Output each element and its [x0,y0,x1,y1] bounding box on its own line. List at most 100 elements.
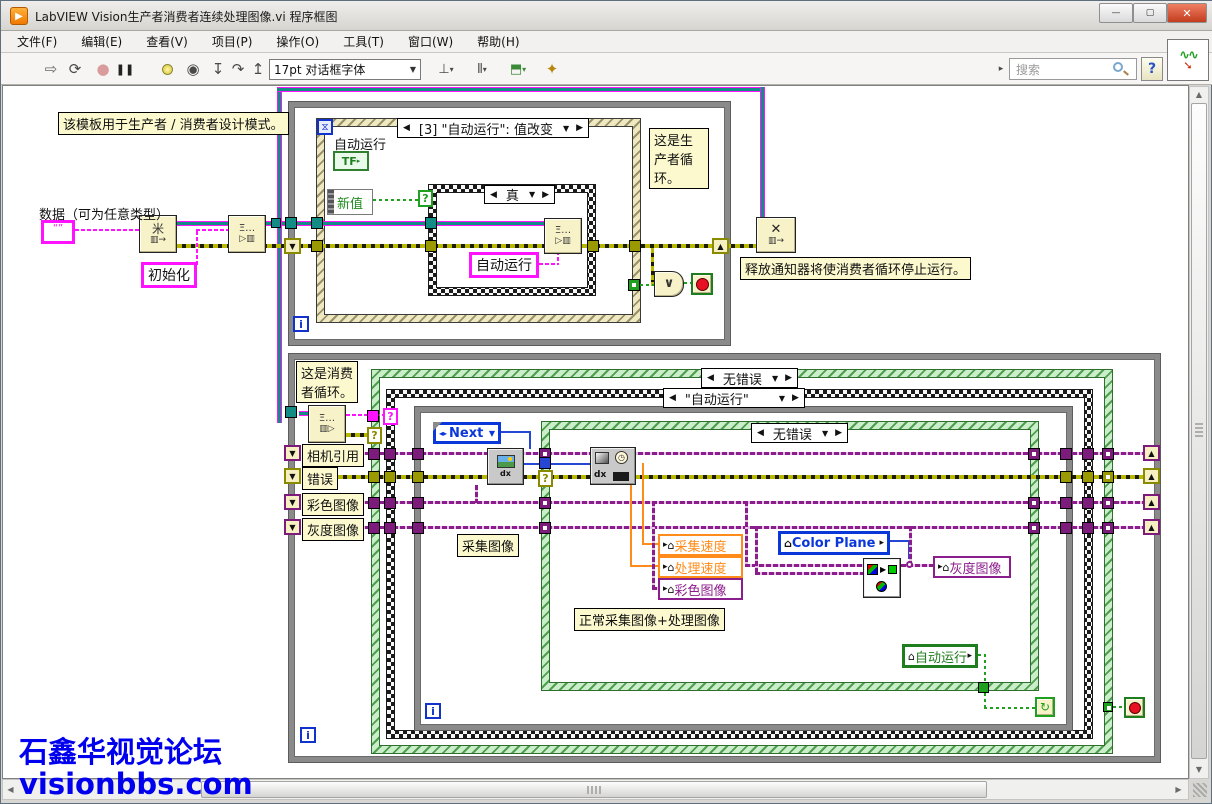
extract-color-plane-node[interactable]: ▶ [863,558,901,598]
proc-speed-local[interactable]: ▸⌂ 处理速度 [658,556,743,578]
color-plane-local[interactable]: ⌂ Color Plane ▸ [778,531,890,555]
shift-register-gray[interactable]: ▼ [284,519,301,535]
shift-register-error-r[interactable]: ▲ [1143,468,1160,484]
minimize-button[interactable]: — [1099,3,1133,23]
notifier-wire [277,87,765,92]
color-square-icon [867,564,878,575]
grayscale-image-icon [595,452,609,464]
shift-register-camera-r[interactable]: ▲ [1143,445,1160,461]
imaqdx-get-image2-node[interactable]: ◷ dx [590,447,636,485]
scroll-right-arrow[interactable]: ▶ [1171,781,1186,798]
menu-tools[interactable]: 工具(T) [343,33,384,50]
pause-button[interactable]: ❚❚ [115,59,135,79]
resize-grip[interactable] [1193,783,1207,797]
image-wire [745,501,748,567]
menu-file[interactable]: 文件(F) [17,33,57,50]
auto-run-green-local[interactable]: ⌂ 自动运行 ▸ [902,644,978,668]
send-notification-node[interactable]: Ξ… ▷▥ [228,215,266,253]
tunnel[interactable] [367,410,379,422]
menu-operate[interactable]: 操作(O) [276,33,319,50]
highlight-execution-button[interactable] [157,59,177,79]
help-button[interactable]: ? [1141,57,1163,81]
data-string-control[interactable]: “” [41,220,75,244]
tunnel[interactable] [425,240,437,252]
tunnel[interactable] [1103,702,1113,712]
shift-register-gray-r[interactable]: ▲ [1143,519,1160,535]
cleanup-diagram-button[interactable]: ✦ [541,59,563,79]
tunnel[interactable] [629,240,641,252]
step-over-button[interactable]: ↷ [229,59,247,79]
shift-register-right[interactable]: ▲ [712,238,729,254]
color-image-local[interactable]: ▸⌂ 彩色图像 [658,578,743,600]
case-selector-terminal[interactable]: ? [418,190,433,207]
scroll-up-arrow[interactable]: ▲ [1189,87,1209,102]
menu-project[interactable]: 项目(P) [212,33,253,50]
menu-edit[interactable]: 编辑(E) [81,33,122,50]
case-selector-terminal[interactable]: ? [538,470,553,487]
next-ring-constant[interactable]: ◂▸ Next ▼ [433,422,501,444]
iteration-terminal-inner[interactable]: i [425,703,441,719]
case-selector-true[interactable]: ◀ 真 ▼ ▶ [484,185,555,204]
shift-register-left[interactable]: ▼ [284,238,301,254]
continue-terminal-inner[interactable]: ↻ [1035,697,1055,717]
shift-register-color[interactable]: ▼ [284,494,301,510]
event-timeout-terminal[interactable]: ⧖ [317,119,333,135]
retain-wire-values-button[interactable]: ◉ [183,59,203,79]
step-into-button[interactable]: ↧ [209,59,227,79]
tf-terminal[interactable]: TF ▸ [333,151,369,171]
stop-terminal-consumer[interactable] [1124,697,1145,718]
shift-register-error[interactable]: ▼ [284,468,301,484]
init-string-constant[interactable]: 初始化 [141,262,197,288]
maximize-button[interactable]: ▢ [1133,3,1167,23]
iteration-terminal-producer[interactable]: i [293,316,309,332]
or-function[interactable]: ∨ [654,271,684,297]
case-selector-terminal[interactable]: ? [367,427,382,444]
tunnel[interactable] [587,240,599,252]
release-notifier-node[interactable]: ✕ ▥→ [756,217,796,253]
abort-button[interactable]: ● [93,59,113,79]
toolbar-expander[interactable]: ▸ [996,59,1006,79]
tunnel[interactable] [311,240,323,252]
wait-on-notification-node[interactable]: Ξ… ▥▷ [308,405,346,443]
distribute-objects-button[interactable]: ⫴▾ [469,59,495,79]
event-data-node[interactable]: 新值 [327,189,373,215]
stop-terminal-producer[interactable] [691,273,713,295]
close-button[interactable]: ✕ [1167,3,1207,23]
menu-view[interactable]: 查看(V) [146,33,188,50]
scroll-down-arrow[interactable]: ▼ [1189,762,1209,777]
acq-speed-local[interactable]: ▸⌂ 采集速度 [658,534,743,556]
case-selector-no-error-outer[interactable]: ◀ 无错误 ▼ ▶ [701,368,798,388]
menu-help[interactable]: 帮助(H) [477,33,519,50]
tunnel[interactable] [628,279,640,291]
auto-run-string-constant[interactable]: 自动运行 [469,252,539,278]
tunnel[interactable] [285,217,297,229]
tunnel[interactable] [978,682,989,693]
case-selector-terminal[interactable]: ? [383,408,398,425]
case-selector-no-error-inner[interactable]: ◀ 无错误 ▼ ▶ [751,423,848,443]
tunnel[interactable] [311,217,323,229]
imaqdx-get-image-node[interactable]: dx [487,448,524,485]
title-bar[interactable]: ▶ LabVIEW Vision生产者消费者连续处理图像.vi 程序框图 [1,1,1212,31]
align-objects-button[interactable]: ⊥▾ [433,59,459,79]
run-continuous-button[interactable]: ⟳ [65,59,85,79]
case-selector-auto-run[interactable]: ◀ "自动运行" ▼ ▶ [663,388,805,408]
resize-objects-button[interactable]: ⬒▾ [505,59,531,79]
step-out-button[interactable]: ↥ [249,59,267,79]
scroll-grip [1195,423,1203,437]
tunnel[interactable] [285,406,297,418]
tunnel[interactable] [425,217,437,229]
tunnel[interactable] [539,457,551,469]
shift-register-camera[interactable]: ▼ [284,445,301,461]
numeric-wire [642,543,658,545]
send-notification-node-2[interactable]: Ξ… ▷▥ [544,218,582,254]
menu-window[interactable]: 窗口(W) [408,33,453,50]
font-selector[interactable]: 17pt 对话框字体 ▼ [269,59,421,80]
shift-register-color-r[interactable]: ▲ [1143,494,1160,510]
watermark-line2: visionbbs.com [19,769,253,801]
iteration-terminal-consumer[interactable]: i [300,727,316,743]
event-selector[interactable]: ◀ [3] "自动运行": 值改变 ▼ ▶ [397,118,589,138]
scroll-left-arrow[interactable]: ◀ [3,781,18,798]
boolean-wire [373,199,420,201]
gray-image-local[interactable]: ▸⌂ 灰度图像 [933,556,1011,578]
run-button[interactable]: ⇨ [41,59,61,79]
